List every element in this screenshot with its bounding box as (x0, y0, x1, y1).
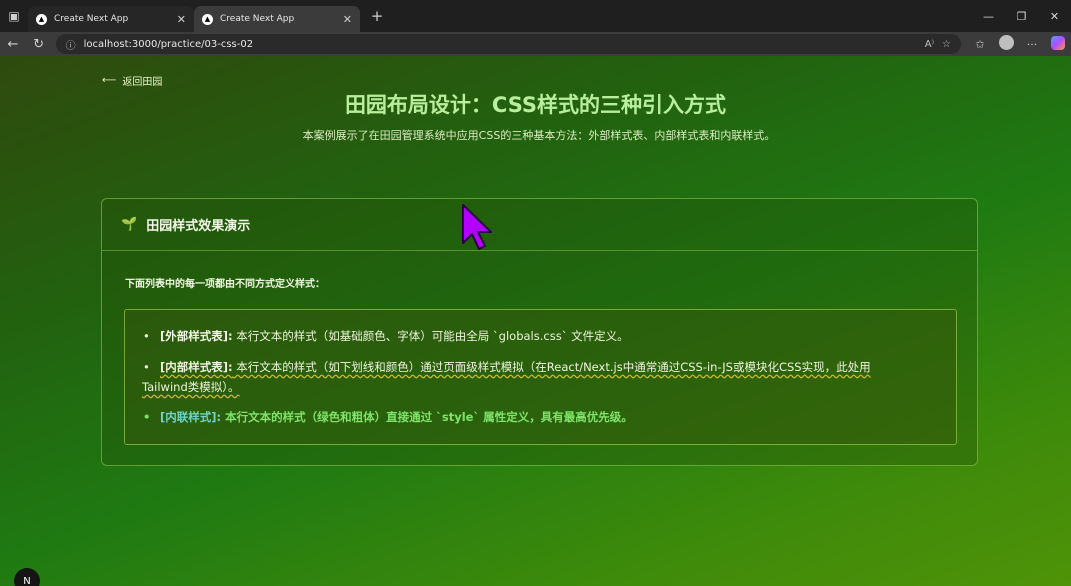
demo-card: 🌱 田园样式效果演示 下面列表中的每一项都由不同方式定义样式： • [外部样式表… (101, 198, 978, 466)
refresh-icon[interactable]: ↻ (26, 37, 52, 52)
item-text: 本行文本的样式（绿色和粗体）直接通过 `style` 属性定义，具有最高优先级。 (221, 410, 633, 424)
back-arrow-icon[interactable]: ← (0, 37, 26, 52)
item-text: 本行文本的样式（如基础颜色、字体）可能由全局 `globals.css` 文件定… (232, 329, 629, 343)
item-tag: [内联样式]: (160, 410, 222, 424)
url-text: localhost:3000/practice/03-css-02 (83, 38, 254, 50)
browser-address-bar: ← ↻ ⓘ localhost:3000/practice/03-css-02 … (0, 32, 1071, 56)
card-title: 田园样式效果演示 (146, 219, 251, 234)
tab-title: Create Next App (54, 14, 129, 24)
nextjs-dev-indicator-icon[interactable]: N (14, 568, 40, 586)
tab-actions-icon[interactable]: ▣ (0, 0, 28, 32)
bullet-icon: • (143, 329, 150, 343)
minimize-icon[interactable]: — (972, 10, 1005, 23)
browser-tab-bar: ▣ ▲ Create Next App ✕ ▲ Create Next App … (0, 0, 1071, 32)
tab-close-icon[interactable]: ✕ (177, 13, 186, 26)
bullet-icon: • (143, 360, 150, 374)
page-title: 田园布局设计：CSS样式的三种引入方式 (344, 93, 727, 117)
nextjs-favicon-icon: ▲ (36, 13, 47, 25)
page-content: ⟵ 返回田园 田园布局设计：CSS样式的三种引入方式 本案例展示了在田园管理系统… (0, 56, 1071, 586)
browser-tab-active[interactable]: ▲ Create Next App ✕ (194, 6, 360, 32)
restore-icon[interactable]: ❐ (1005, 10, 1038, 23)
mouse-pointer-icon (462, 204, 492, 250)
read-aloud-icon[interactable]: A⁾ (925, 39, 934, 50)
item-tag: [外部样式表]: (160, 329, 233, 343)
info-icon[interactable]: ⓘ (66, 37, 76, 52)
list-item-external: • [外部样式表]: 本行文本的样式（如基础颜色、字体）可能由全局 `globa… (143, 326, 930, 346)
window-controls: — ❐ ✕ (972, 10, 1071, 23)
favorites-icon[interactable]: ✩ (967, 38, 993, 51)
new-tab-icon[interactable]: + (364, 7, 390, 25)
list-item-inline: • [内联样式]: 本行文本的样式（绿色和粗体）直接通过 `style` 属性定… (143, 407, 930, 427)
item-tag: [内部样式表]: (160, 360, 233, 374)
card-intro: 下面列表中的每一项都由不同方式定义样式： (125, 279, 325, 290)
item-text: 本行文本的样式（如下划线和颜色）通过页面级样式模拟（在React/Next.js… (232, 360, 871, 374)
card-header: 🌱 田园样式效果演示 (102, 199, 977, 251)
list-item-internal: • [内部样式表]: 本行文本的样式（如下划线和颜色）通过页面级样式模拟（在Re… (142, 357, 942, 397)
close-window-icon[interactable]: ✕ (1038, 10, 1071, 23)
item-text-continued: Tailwind类模拟）。 (142, 380, 240, 394)
tab-close-icon[interactable]: ✕ (343, 13, 352, 26)
favorite-star-icon[interactable]: ☆ (942, 39, 951, 50)
back-link-label: 返回田园 (122, 77, 163, 88)
nextjs-favicon-icon: ▲ (202, 13, 213, 25)
tab-title: Create Next App (220, 14, 295, 24)
copilot-icon[interactable] (1045, 35, 1071, 53)
url-field[interactable]: ⓘ localhost:3000/practice/03-css-02 A⁾ ☆ (55, 34, 962, 54)
more-menu-icon[interactable]: ··· (1019, 38, 1045, 51)
browser-tab[interactable]: ▲ Create Next App ✕ (28, 6, 194, 32)
sprout-icon: 🌱 (121, 217, 138, 232)
back-link[interactable]: ⟵ 返回田园 (102, 73, 162, 88)
style-demo-list: • [外部样式表]: 本行文本的样式（如基础颜色、字体）可能由全局 `globa… (124, 309, 957, 445)
profile-icon[interactable] (993, 35, 1019, 53)
bullet-icon: • (143, 410, 151, 424)
left-arrow-icon: ⟵ (102, 75, 117, 86)
page-subtitle: 本案例展示了在田园管理系统中应用CSS的三种基本方法：外部样式表、内部样式表和内… (302, 129, 776, 142)
